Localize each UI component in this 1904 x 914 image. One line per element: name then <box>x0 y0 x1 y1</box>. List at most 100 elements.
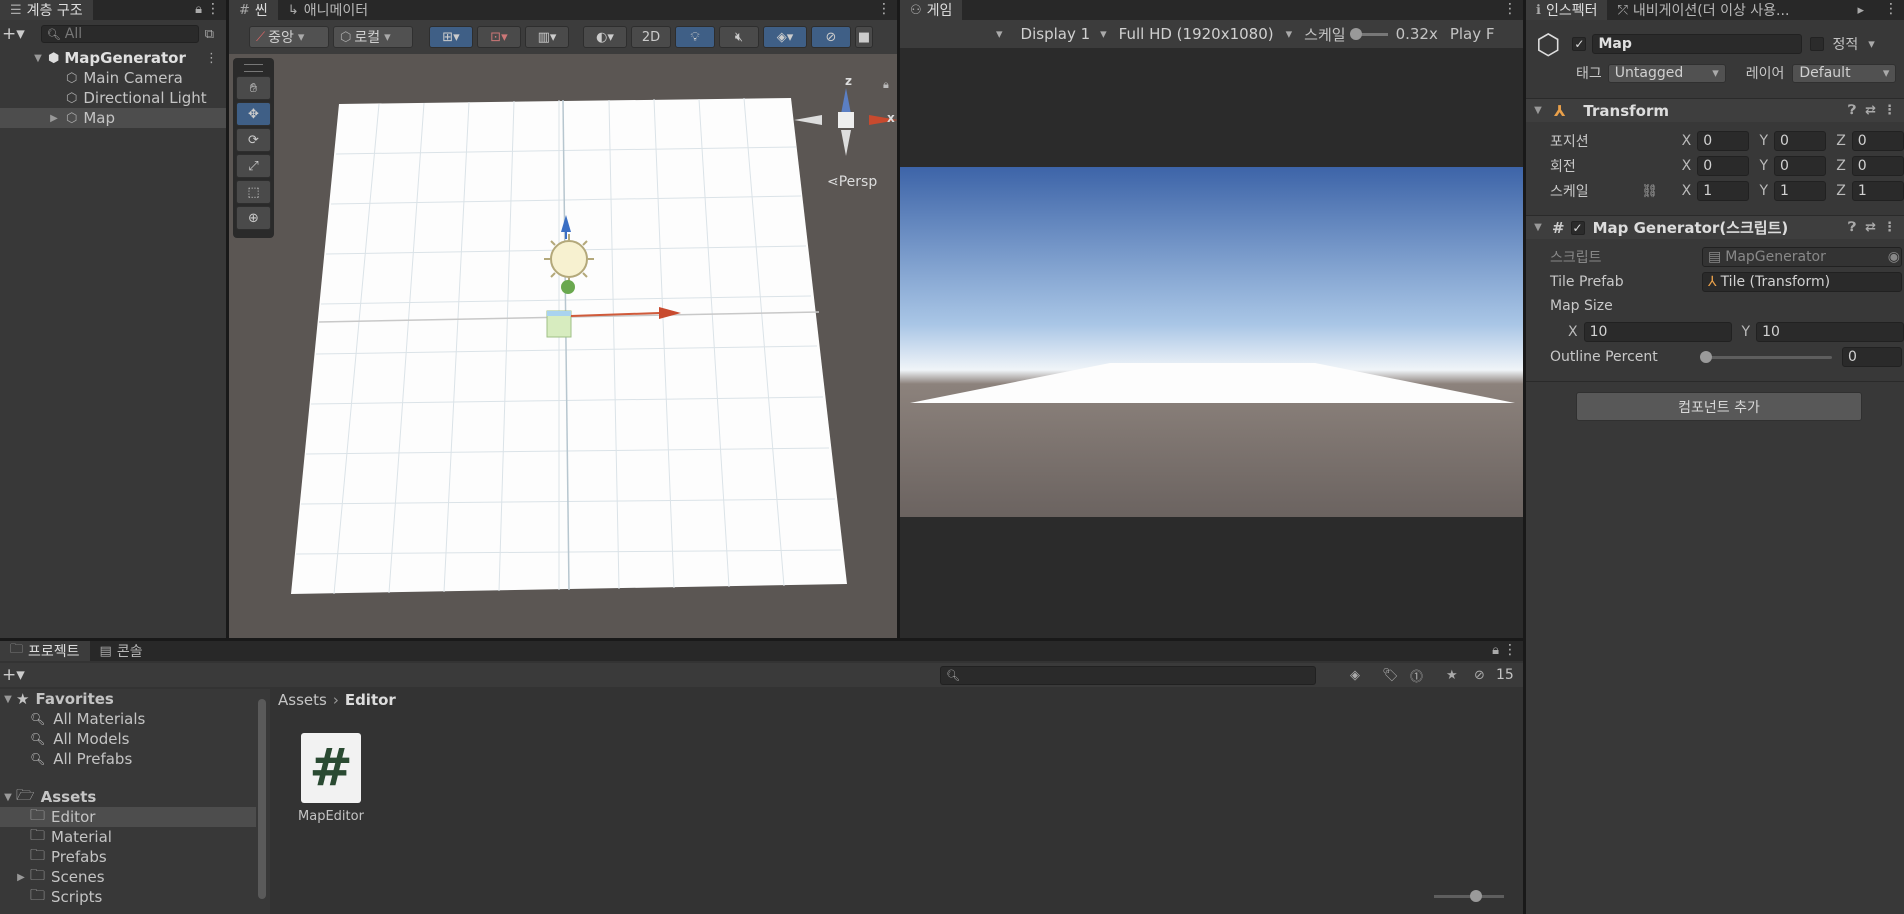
hierarchy-item-mapgenerator[interactable]: ▼ ⬢ MapGenerator ⋮ <box>0 48 226 68</box>
kebab-menu-icon[interactable]: ⋮ <box>877 1 891 17</box>
hierarchy-item-main-camera[interactable]: ⬡ Main Camera <box>0 68 226 88</box>
expand-caret-icon[interactable]: ▶ <box>12 872 30 883</box>
hierarchy-search-input[interactable]: 🔍︎ All <box>40 25 199 43</box>
help-icon[interactable]: ❓︎ <box>1848 103 1856 118</box>
rotate-tool-button[interactable]: ⟳ <box>236 128 271 152</box>
kebab-menu-icon[interactable]: ⋮ <box>1503 642 1517 658</box>
kebab-menu-icon[interactable]: ⋮ <box>1503 1 1517 17</box>
tab-project[interactable]: 🗀 프로젝트 <box>0 641 90 661</box>
space-dropdown[interactable]: ⬡ 로컬 ▾ <box>333 26 413 48</box>
tab-animator[interactable]: ↳ 애니메이터 <box>278 0 378 20</box>
preset-icon[interactable]: ⇄ <box>1865 220 1876 235</box>
chevron-down-icon[interactable]: ▾ <box>1868 37 1875 52</box>
kebab-menu-icon[interactable]: ⋮ <box>1883 103 1896 118</box>
rotation-y-input[interactable]: 0 <box>1774 156 1827 176</box>
scene-visibility-button[interactable]: ⊘ <box>811 26 851 48</box>
preset-icon[interactable]: ⇄ <box>1865 103 1876 118</box>
lock-icon[interactable]: 🔒︎ <box>195 2 202 17</box>
add-icon[interactable]: +▾ <box>2 24 25 44</box>
scale-y-input[interactable]: 1 <box>1774 181 1827 201</box>
tab-inspector[interactable]: ℹ 인스펙터 <box>1526 0 1608 20</box>
project-search-input[interactable]: 🔍︎ <box>940 665 1316 685</box>
layer-dropdown[interactable]: Default ▾ <box>1792 63 1897 83</box>
hand-tool-button[interactable]: ✋︎ <box>236 76 271 100</box>
zoom-slider-thumb[interactable] <box>1470 890 1482 902</box>
outline-slider-thumb[interactable] <box>1700 350 1712 363</box>
map-size-x-input[interactable]: 10 <box>1583 322 1732 342</box>
filter-icon[interactable]: ⧉ <box>205 27 214 42</box>
rect-tool-button[interactable]: ⬚ <box>236 180 271 204</box>
tab-hierarchy[interactable]: ☰ 계층 구조 <box>0 0 93 20</box>
grid-snap-button[interactable]: ⊞▾ <box>429 26 473 48</box>
outline-percent-slider[interactable] <box>1700 350 1832 363</box>
increment-snap-button[interactable]: ⊡▾ <box>477 26 521 48</box>
chevron-down-icon[interactable]: ▾ <box>996 27 1003 42</box>
help-icon[interactable]: ❓︎ <box>1848 220 1856 235</box>
scale-tool-button[interactable]: ⤢ <box>236 154 271 178</box>
add-component-button[interactable]: 컴포넌트 추가 <box>1576 392 1862 421</box>
position-y-input[interactable]: 0 <box>1774 131 1827 151</box>
asset-item-mapeditor[interactable]: # MapEditor <box>298 733 364 824</box>
resolution-dropdown[interactable]: Full HD (1920x1080) ▾ <box>1119 25 1292 43</box>
persp-label[interactable]: ⋖Persp <box>827 174 877 190</box>
lock-icon[interactable]: 🔒︎ <box>1492 643 1499 658</box>
link-icon[interactable]: ⛓︎ <box>1641 184 1659 199</box>
collapse-caret-icon[interactable]: ▼ <box>1530 222 1546 233</box>
tile-prefab-field[interactable]: ⅄ Tile (Transform) <box>1702 272 1902 292</box>
folder-scripts[interactable]: 🗀 Scripts <box>0 886 270 907</box>
outline-percent-input[interactable]: 0 <box>1842 347 1902 367</box>
component-enabled-checkbox[interactable]: ✓ <box>1570 220 1585 235</box>
kebab-menu-icon[interactable]: ⋮ <box>205 51 218 66</box>
lighting-toggle-button[interactable]: 💡︎ <box>675 26 715 48</box>
audio-toggle-button[interactable]: 🔇︎ <box>719 26 759 48</box>
display-dropdown[interactable]: Display 1 ▾ <box>1021 25 1107 43</box>
hierarchy-item-map[interactable]: ▶ ⬡ Map <box>0 108 226 128</box>
active-checkbox[interactable]: ✓ <box>1572 37 1587 51</box>
eye-hidden-icon[interactable]: ⊘ <box>1474 668 1485 683</box>
kebab-menu-icon[interactable]: ⋮ <box>1883 220 1896 235</box>
tab-scene[interactable]: # 씬 <box>229 0 278 20</box>
transform-tool-button[interactable]: ⊕ <box>236 206 271 230</box>
collapse-caret-icon[interactable]: ▼ <box>0 694 16 705</box>
tree-scrollbar[interactable] <box>258 699 266 899</box>
orientation-gizmo[interactable]: z 🔒︎ x ⋖Persp <box>789 74 897 194</box>
grid-visibility-button[interactable]: ▥▾ <box>525 26 569 48</box>
rotation-z-input[interactable]: 0 <box>1851 156 1904 176</box>
add-icon[interactable]: +▾ <box>2 665 25 685</box>
tab-console[interactable]: ▤ 콘솔 <box>90 641 153 661</box>
transform-header[interactable]: ▼ ⅄ Transform ❓︎ ⇄ ⋮ <box>1526 98 1904 122</box>
static-checkbox[interactable] <box>1810 37 1825 51</box>
shading-mode-button[interactable]: ◐▾ <box>583 26 627 48</box>
effects-toggle-button[interactable]: ◈▾ <box>763 26 807 48</box>
tag-dropdown[interactable]: Untagged ▾ <box>1607 63 1726 83</box>
favorite-all-materials[interactable]: 🔍︎ All Materials <box>0 709 270 729</box>
tab-navigation[interactable]: ⤱ 내비게이션(더 이상 사용... <box>1607 0 1799 20</box>
camera-button[interactable]: ■ <box>855 26 873 48</box>
move-tool-button[interactable]: ✥ <box>236 102 271 126</box>
scale-slider-thumb[interactable] <box>1349 27 1362 40</box>
hierarchy-item-directional-light[interactable]: ⬡ Directional Light <box>0 88 226 108</box>
expand-caret-icon[interactable]: ▼ <box>30 53 46 64</box>
pivot-dropdown[interactable]: ⟋ 중앙 ▾ <box>249 26 329 48</box>
chevron-right-icon[interactable]: ▸ <box>1857 3 1864 18</box>
favorites-header[interactable]: ▼ ★ Favorites <box>0 689 270 709</box>
favorite-all-models[interactable]: 🔍︎ All Models <box>0 729 270 749</box>
object-name-input[interactable]: Map <box>1592 34 1803 54</box>
kebab-menu-icon[interactable]: ⋮ <box>206 1 220 17</box>
map-generator-header[interactable]: ▼ # ✓ Map Generator(스크립트) ❓︎ ⇄ ⋮ <box>1526 215 1904 239</box>
warning-icon[interactable]: ⓵ <box>1410 666 1423 685</box>
filter-type-icon[interactable]: ◈ <box>1350 668 1360 683</box>
kebab-menu-icon[interactable]: ⋮ <box>1884 1 1898 17</box>
map-size-y-input[interactable]: 10 <box>1756 322 1904 342</box>
position-z-input[interactable]: 0 <box>1851 131 1904 151</box>
scale-slider[interactable] <box>1349 27 1388 40</box>
position-x-input[interactable]: 0 <box>1697 131 1750 151</box>
favorite-all-prefabs[interactable]: 🔍︎ All Prefabs <box>0 749 270 769</box>
collapse-caret-icon[interactable]: ▼ <box>0 792 16 803</box>
expand-caret-icon[interactable]: ▶ <box>46 113 62 124</box>
scale-z-input[interactable]: 1 <box>1851 181 1904 201</box>
rotation-x-input[interactable]: 0 <box>1697 156 1750 176</box>
tab-game[interactable]: ⚇ 게임 <box>900 0 963 20</box>
tag-icon[interactable]: 🏷︎ <box>1382 668 1399 683</box>
star-icon[interactable]: ★ <box>1446 668 1458 683</box>
